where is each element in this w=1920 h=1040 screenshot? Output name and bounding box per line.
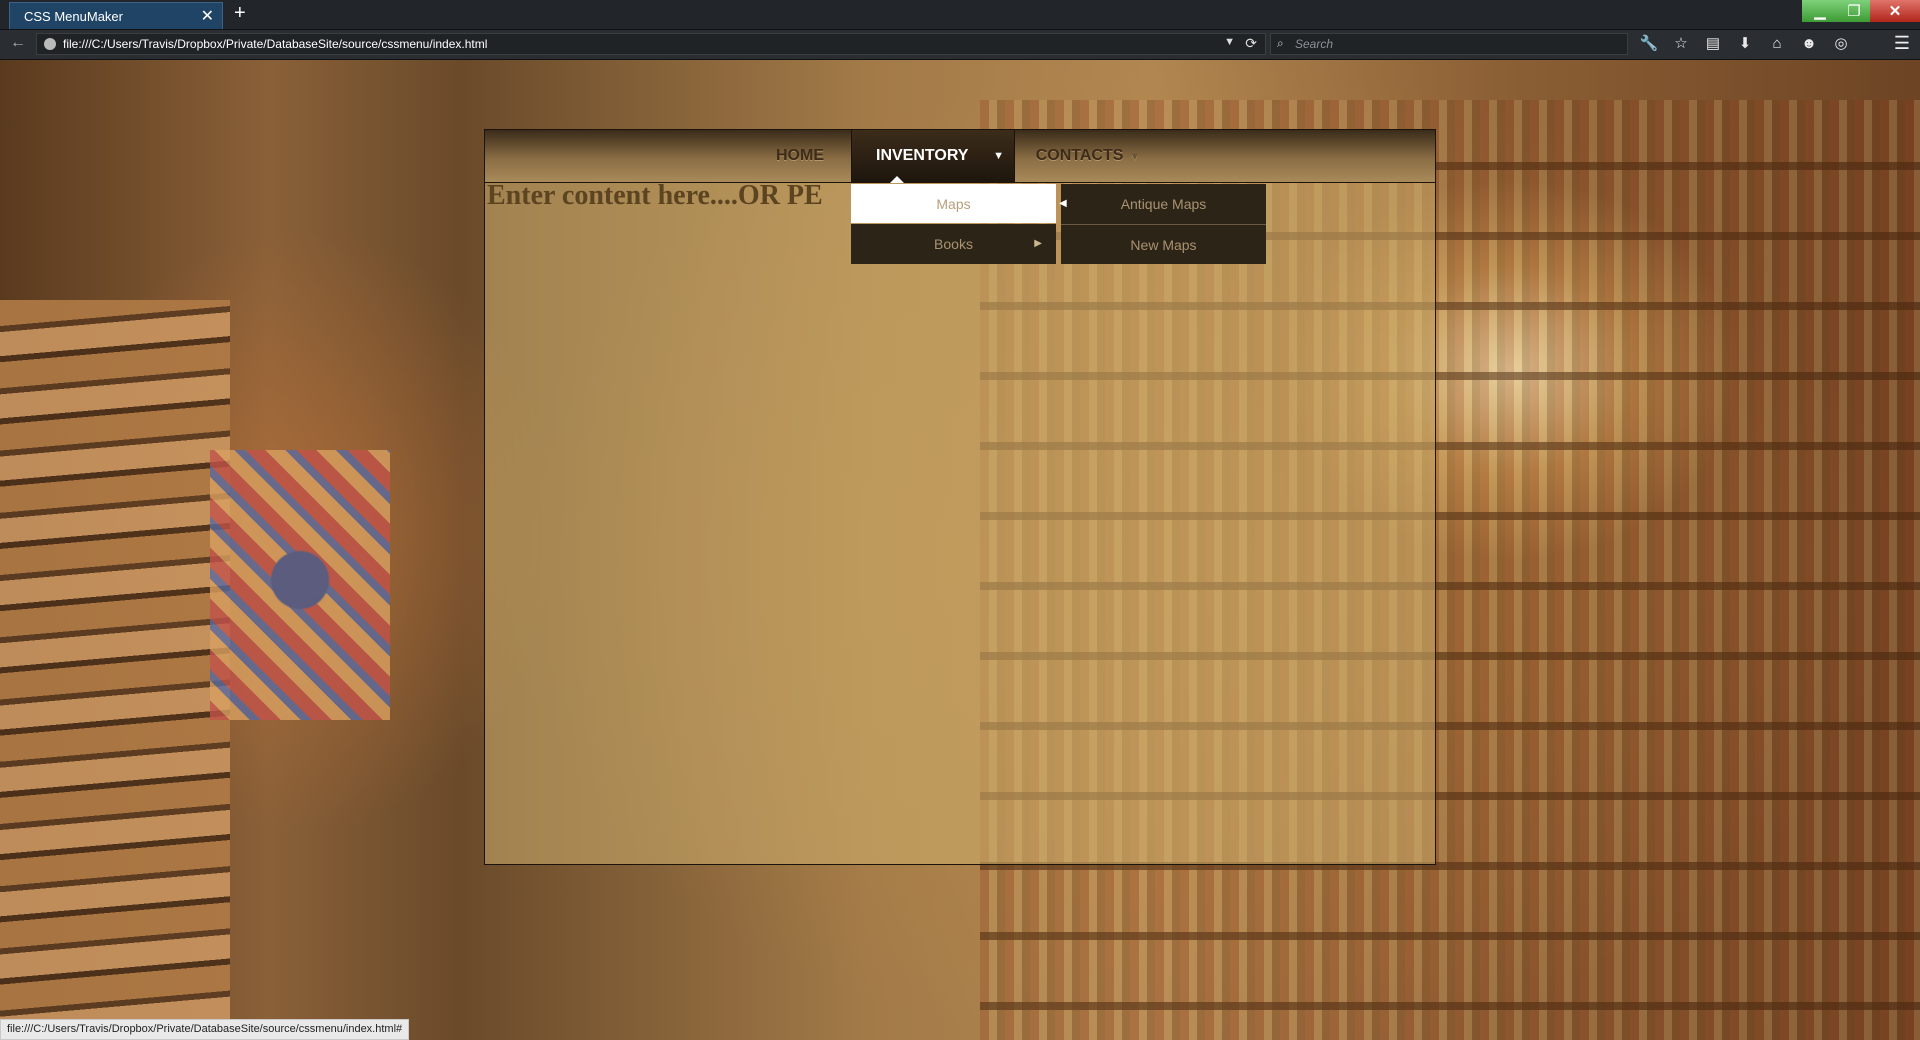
- chat-icon[interactable]: ☻: [1800, 34, 1818, 52]
- chevron-right-icon: ▶: [1034, 238, 1042, 249]
- minimize-button[interactable]: ▁: [1802, 0, 1838, 22]
- bookmark-star-icon[interactable]: ☆: [1672, 34, 1690, 52]
- site-identity-icon[interactable]: [44, 38, 56, 50]
- dropdown-item-maps[interactable]: Maps: [851, 184, 1056, 223]
- window-controls: ▁ ❐ ✕: [1802, 0, 1920, 22]
- menu-contacts-label: CONTACTS: [1035, 147, 1124, 164]
- browser-tab-bar: CSS MenuMaker ✕ + ▁ ❐ ✕: [0, 0, 1920, 30]
- chevron-down-icon: ▼: [993, 150, 1004, 162]
- dropdown-item-antique-maps[interactable]: ◀ Antique Maps: [1059, 184, 1266, 224]
- toolbar-icons: 🔧 ☆ ▤ ⬇ ⌂ ☻ ◎: [1640, 34, 1850, 53]
- reading-list-icon[interactable]: ▤: [1704, 34, 1722, 52]
- download-icon[interactable]: ⬇: [1736, 34, 1754, 52]
- maximize-button[interactable]: ❐: [1838, 0, 1870, 22]
- close-window-button[interactable]: ✕: [1870, 0, 1920, 22]
- menu-inventory-label: INVENTORY: [876, 147, 969, 164]
- url-text[interactable]: file:///C:/Users/Travis/Dropbox/Private/…: [63, 37, 487, 51]
- new-tab-button[interactable]: +: [234, 2, 246, 25]
- content-text: Enter content here....OR PE: [487, 180, 823, 211]
- browser-tab[interactable]: CSS MenuMaker ✕: [9, 2, 223, 29]
- tab-close-icon[interactable]: ✕: [201, 6, 214, 26]
- background-stone-wall: [0, 300, 230, 1040]
- home-icon[interactable]: ⌂: [1768, 34, 1786, 52]
- dropdown-item-books[interactable]: Books ▶: [851, 224, 1056, 264]
- page-viewport: HOME INVENTORY ▼ CONTACTS ▼ Enter content…: [0, 60, 1920, 1040]
- chevron-left-icon: ◀: [1059, 198, 1067, 209]
- url-dropdown-icon[interactable]: ▼: [1224, 36, 1235, 48]
- dropdown-item-new-maps[interactable]: New Maps: [1061, 224, 1266, 264]
- hamburger-menu-icon[interactable]: ☰: [1894, 33, 1910, 54]
- background-stained-glass: [210, 450, 390, 720]
- reload-icon[interactable]: ⟳: [1245, 35, 1257, 52]
- back-arrow-icon[interactable]: ←: [10, 34, 26, 52]
- css-menu-bar: HOME INVENTORY ▼ CONTACTS ▼: [485, 130, 1435, 183]
- url-bar[interactable]: file:///C:/Users/Travis/Dropbox/Private/…: [36, 33, 1266, 55]
- menu-home[interactable]: HOME: [755, 130, 845, 182]
- search-input[interactable]: ⌕ Search: [1270, 33, 1628, 55]
- browser-nav-bar: ← file:///C:/Users/Travis/Dropbox/Privat…: [0, 30, 1920, 60]
- search-icon: ⌕: [1277, 36, 1284, 50]
- active-pointer-icon: [890, 176, 904, 183]
- chevron-down-icon: ▼: [1129, 151, 1141, 163]
- menu-inventory[interactable]: INVENTORY ▼: [851, 130, 1015, 183]
- status-bar: file:///C:/Users/Travis/Dropbox/Private/…: [0, 1019, 410, 1040]
- wrench-icon[interactable]: 🔧: [1640, 34, 1659, 52]
- menu-contacts[interactable]: CONTACTS ▼: [1023, 130, 1153, 182]
- sync-icon[interactable]: ◎: [1832, 34, 1850, 52]
- dropdown-item-antique-maps-label: Antique Maps: [1120, 196, 1207, 212]
- content-container: HOME INVENTORY ▼ CONTACTS ▼ Enter content…: [484, 129, 1436, 865]
- tab-title: CSS MenuMaker: [24, 9, 123, 24]
- dropdown-item-books-label: Books: [934, 236, 973, 252]
- search-placeholder: Search: [1295, 37, 1334, 51]
